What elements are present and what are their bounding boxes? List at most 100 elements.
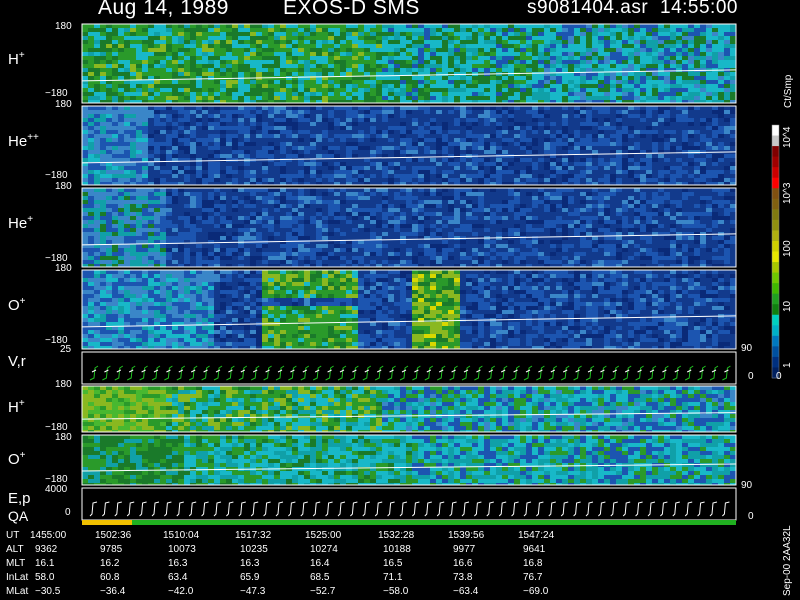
colorbar-swatch [772,251,779,263]
tick-vr-right-top: 90 [741,343,753,354]
ephemeris-cell: 16.8 [523,558,543,569]
colorbar-swatch [772,240,779,252]
tick-ep-right-bottom: 0 [748,511,754,522]
colorbar-swatch [772,177,779,189]
colorbar-swatch [772,335,779,347]
ephemeris-label: ALT [6,544,24,555]
heatmap-panel-he-plus [82,188,736,267]
colorbar-swatch [772,293,779,305]
tick-hep-max: 180 [55,181,72,192]
colorbar-swatch [772,356,779,368]
tick-hepp-max: 180 [55,99,72,110]
label-h-plus: H+ [8,50,25,68]
ephemeris-cell: 1539:56 [448,530,485,541]
ephemeris-cell: −58.0 [383,586,409,597]
label-qa: QA [8,508,29,524]
ephemeris-cell: 58.0 [35,572,55,583]
colorbar-tick-100: 100 [782,240,793,257]
colorbar-swatch [772,272,779,284]
colorbar-swatch [772,262,779,274]
label-h-plus-2: H+ [8,398,25,416]
ephemeris-cell: 1517:32 [235,530,272,541]
ephemeris-cell: −47.3 [240,586,266,597]
colorbar-swatch [772,283,779,295]
label-v-r: V,r [8,353,26,370]
ephemeris-cell: 16.2 [100,558,120,569]
ephemeris-cell: 9977 [453,544,476,555]
colorbar-swatch [772,346,779,358]
ephemeris-cell: 1532:28 [378,530,415,541]
footer-stamp: Sep-00 2AA32L [782,525,793,596]
tick-o-max: 180 [55,263,72,274]
tick-o2-max: 180 [55,432,72,443]
ephemeris-cell: −42.0 [168,586,194,597]
spectrogram-plot [81,23,780,525]
colorbar-swatch [772,156,779,168]
ephemeris-cell: 16.1 [35,558,55,569]
colorbar-swatch [772,125,779,137]
ephemeris-cell: 16.3 [168,558,188,569]
ephemeris-cell: 16.4 [310,558,330,569]
ephemeris-label: UT [6,530,20,541]
ephemeris-cell: −36.4 [100,586,126,597]
ephemeris-cell: 73.8 [453,572,473,583]
qa-bar-green [132,520,736,525]
colorbar-swatch [772,167,779,179]
ephemeris-cell: 9785 [100,544,123,555]
label-o-plus: O+ [8,296,26,314]
plot-time: 14:55:00 [660,0,738,18]
ephemeris-cell: 1502:36 [95,530,132,541]
ephemeris-cell: 68.5 [310,572,330,583]
qa-bar-yellow [82,520,132,525]
colorbar-swatch [772,198,779,210]
label-he-plus: He+ [8,214,34,232]
colorbar-units: Ct/Smp [783,74,794,108]
ephemeris-cell: 16.6 [453,558,473,569]
ephemeris-cell: 9641 [523,544,546,555]
plot-instrument: EXOS-D SMS [283,0,420,19]
tick-ep-top: 4000 [45,484,68,495]
ephemeris-cell: 1525:00 [305,530,342,541]
ephemeris-cell: 10274 [310,544,338,555]
tick-hepp-min: −180 [45,170,68,181]
ephemeris-cell: 1455:00 [30,530,67,541]
heatmap-panel-h-plus [82,24,736,103]
ephemeris-cell: 16.3 [240,558,260,569]
label-o-plus-2: O+ [8,450,26,468]
ephemeris-cell: 71.1 [383,572,403,583]
tick-vr-top: 25 [60,344,72,355]
colorbar-tick-10: 10 [782,300,793,312]
ephemeris-cell: 65.9 [240,572,260,583]
heatmap-panel-h-plus-2 [82,386,736,432]
colorbar-swatch [772,135,779,147]
label-e-p: E,p [8,490,31,507]
ephemeris-label: MLat [6,586,29,597]
colorbar-swatch [772,314,779,326]
ephemeris-cell: 10073 [168,544,196,555]
colorbar-tick-1: 1 [782,362,793,368]
heatmap-panel-o-plus-2 [82,435,736,485]
colorbar-swatch [772,325,779,337]
colorbar-tick-10e4: 10^4 [782,126,793,148]
ephemeris-cell: 63.4 [168,572,188,583]
tick-ep-bottom: 0 [65,507,71,518]
colorbar-swatch [772,209,779,221]
heatmap-panel-he-plus-plus [82,106,736,185]
tick-ep-right-top: 90 [741,480,753,491]
colorbar-swatch [772,219,779,231]
ephemeris-cell: −30.5 [35,586,61,597]
ephemeris-cell: 10235 [240,544,268,555]
label-he-plus-plus: He++ [8,132,39,150]
colorbar-swatch [772,146,779,158]
ephemeris-cell: −69.0 [523,586,549,597]
tick-vr-right-bottom: 0 [748,371,754,382]
heatmap-panel-o-plus [82,270,736,349]
ephemeris-cell: 16.5 [383,558,403,569]
ephemeris-cell: −63.4 [453,586,479,597]
ephemeris-cell: 76.7 [523,572,543,583]
colorbar-tick-0: 0 [776,371,782,382]
tick-h2-max: 180 [55,379,72,390]
ephemeris-cell: 10188 [383,544,411,555]
colorbar-swatch [772,304,779,316]
ephemeris-cell: 60.8 [100,572,120,583]
